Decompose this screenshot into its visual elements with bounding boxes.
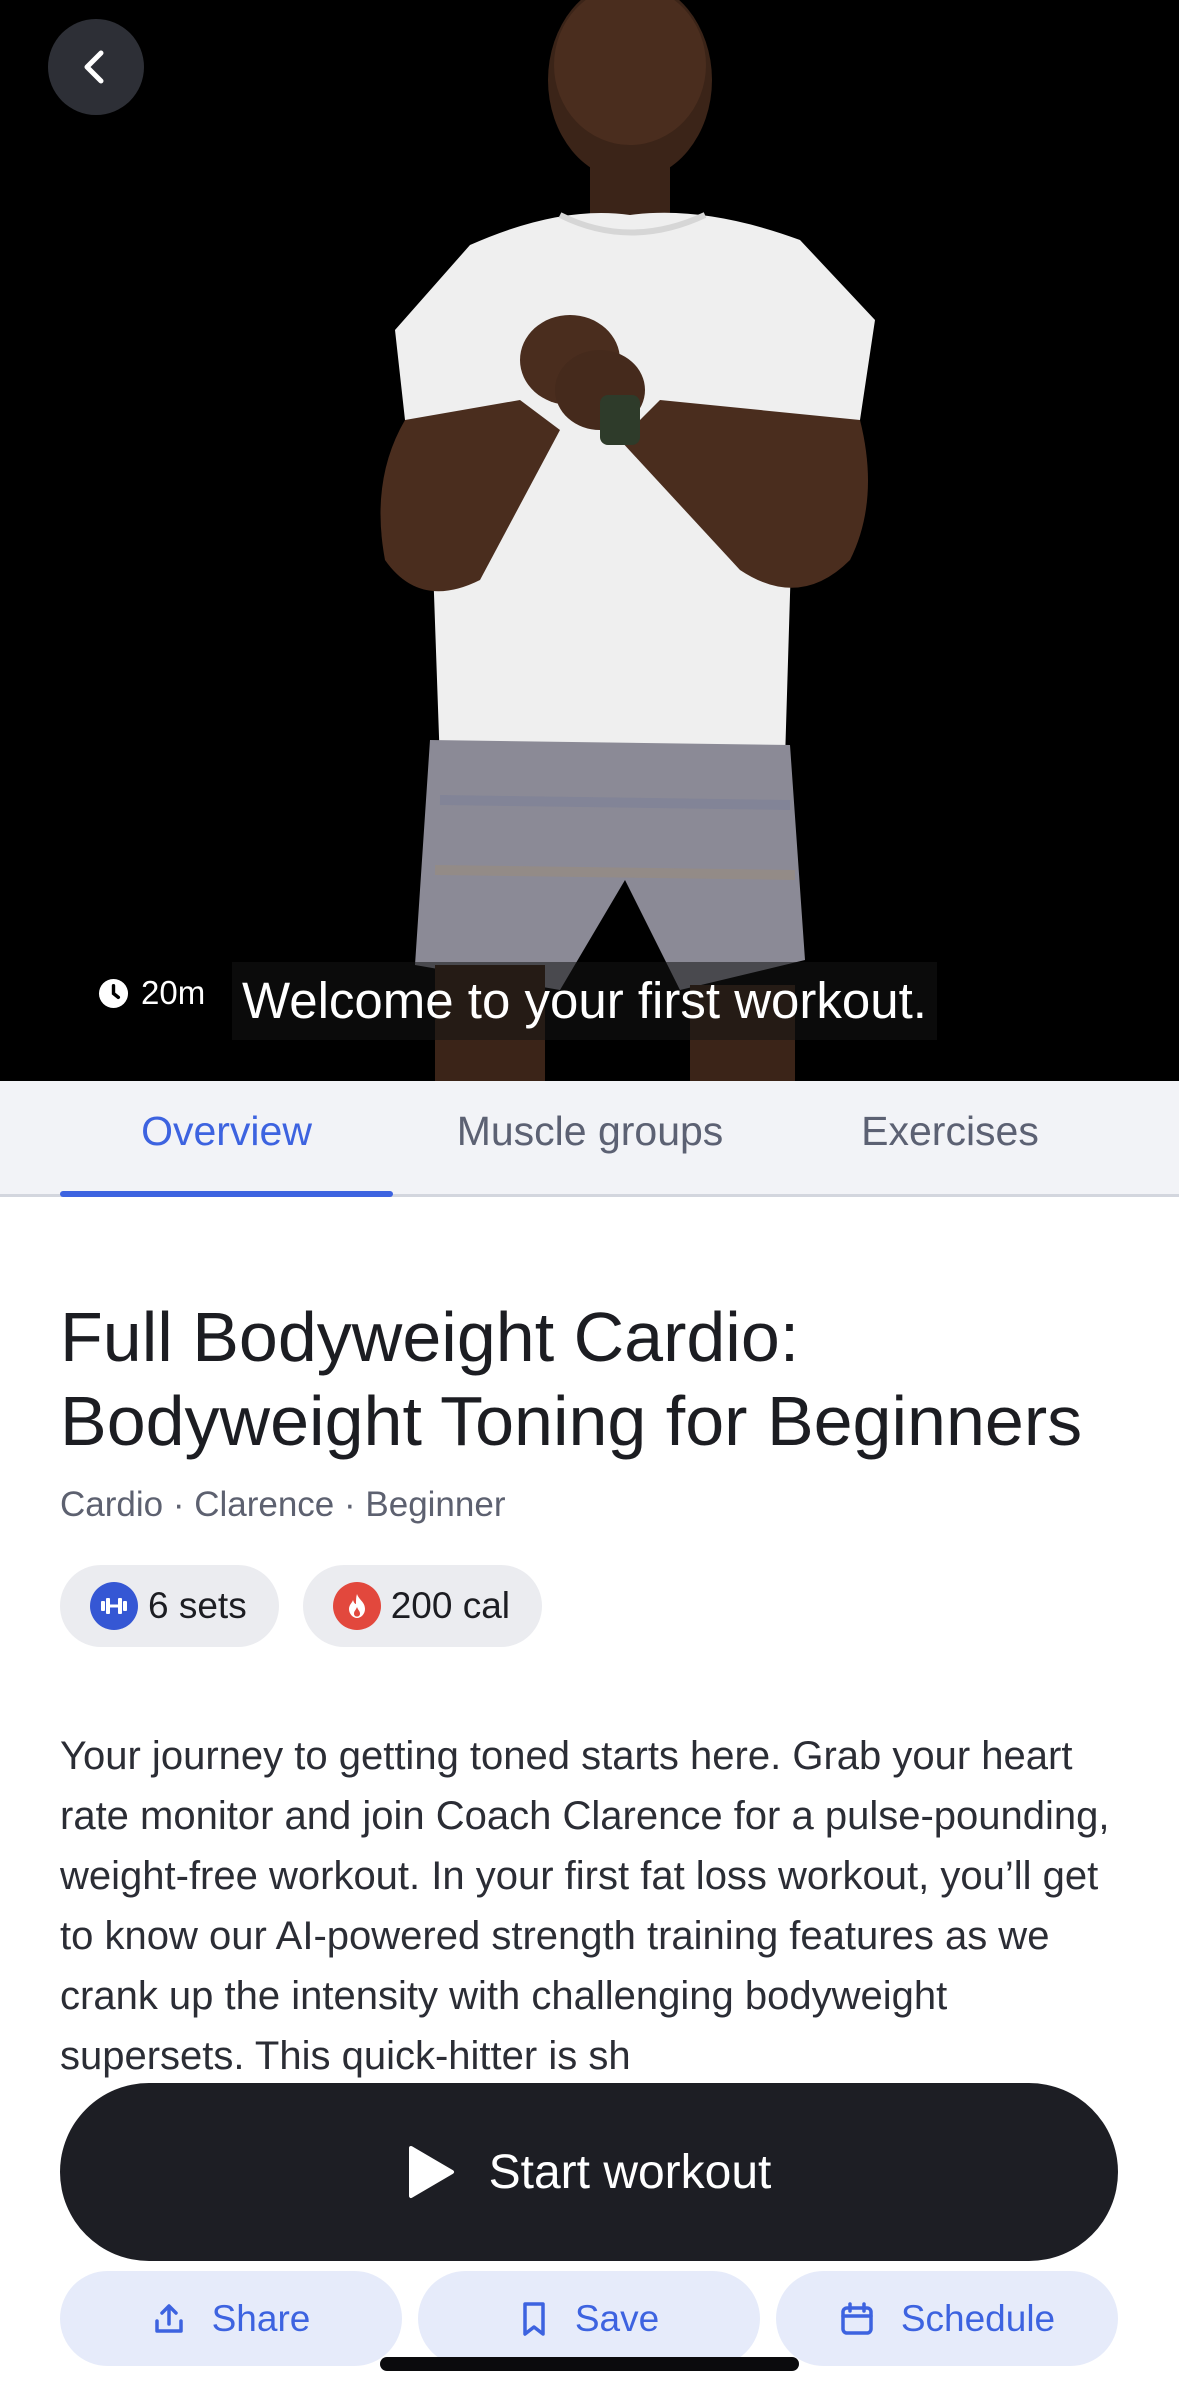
flame-icon — [332, 1582, 381, 1630]
calories-label: 200 cal — [390, 1585, 511, 1626]
tab-exercises[interactable]: Exercises — [800, 1081, 1100, 1194]
schedule-button[interactable]: Schedule — [776, 2271, 1118, 2366]
play-icon — [408, 2146, 454, 2198]
workout-stats: 6 sets 200 cal — [60, 1565, 543, 1647]
share-label: Share — [211, 2297, 311, 2339]
calories-chip: 200 cal — [302, 1565, 543, 1647]
workout-title: Full Bodyweight Cardio: Bodyweight Tonin… — [60, 1295, 1140, 1463]
secondary-actions: Share Save Schedule — [60, 2271, 1118, 2366]
workout-title-line-1: Full Bodyweight Cardio: — [60, 1298, 800, 1376]
share-icon — [154, 2303, 183, 2333]
start-workout-label: Start workout — [488, 2145, 772, 2199]
schedule-label: Schedule — [900, 2297, 1056, 2339]
clock-icon — [98, 978, 129, 1008]
workout-video-player[interactable]: 20m Welcome to your first workout. — [0, 0, 1179, 1081]
save-button[interactable]: Save — [418, 2271, 760, 2366]
duration-text: 20m — [141, 974, 206, 1011]
sets-chip: 6 sets — [60, 1565, 279, 1647]
tab-overview[interactable]: Overview — [60, 1081, 393, 1194]
back-button[interactable] — [48, 19, 144, 115]
chevron-left-icon — [84, 50, 104, 84]
dumbbell-icon — [90, 1582, 138, 1630]
coach-video-frame — [380, 0, 875, 1081]
workout-title-line-2: Bodyweight Toning for Beginners — [60, 1382, 1083, 1460]
share-button[interactable]: Share — [60, 2271, 402, 2366]
duration-label: 20m — [98, 973, 205, 1013]
workout-description: Your journey to getting toned starts her… — [60, 1734, 1110, 2078]
save-label: Save — [574, 2297, 660, 2339]
calendar-icon — [841, 2301, 873, 2335]
start-workout-button[interactable]: Start workout — [60, 2083, 1118, 2261]
tab-muscle-groups[interactable]: Muscle groups — [430, 1081, 750, 1194]
sets-label: 6 sets — [148, 1585, 247, 1626]
tab-bar: Overview Muscle groups Exercises — [0, 1081, 1179, 1197]
bookmark-icon — [523, 2301, 545, 2336]
home-indicator[interactable] — [380, 2357, 799, 2371]
workout-meta: Cardio · Clarence · Beginner — [60, 1485, 506, 1524]
active-tab-indicator — [60, 1191, 393, 1197]
video-caption: Welcome to your first workout. — [232, 962, 937, 1040]
